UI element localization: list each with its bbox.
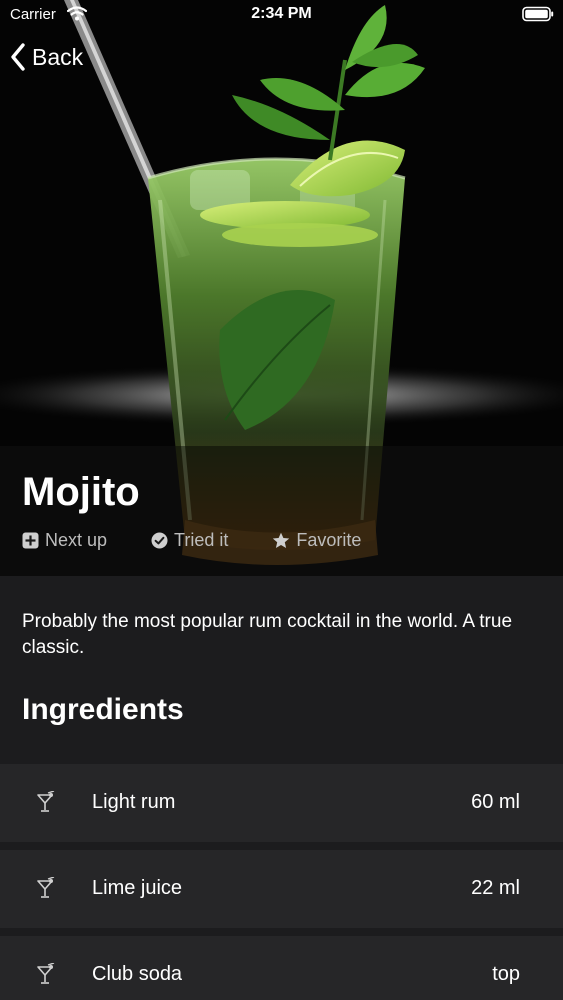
star-icon [273,532,290,548]
ingredient-name: Light rum [92,791,176,813]
cocktail-glass-icon [37,877,55,898]
drink-title: Mojito [22,470,140,514]
ingredient-row[interactable]: Light rum 60 ml [0,764,563,842]
back-label: Back [32,43,84,70]
ingredient-name: Club soda [92,963,183,985]
tried-it-label: Tried it [174,530,229,550]
cocktail-glass-icon [37,963,55,984]
favorite-label: Favorite [296,530,362,550]
next-up-button[interactable]: Next up [22,530,107,551]
ingredient-amount: top [492,963,520,985]
cocktail-glass-icon [37,791,55,812]
back-button[interactable]: Back [10,40,83,74]
next-up-label: Next up [45,530,108,550]
ingredient-amount: 22 ml [471,877,520,899]
battery-icon [522,6,554,22]
tried-it-button[interactable]: Tried it [151,530,228,551]
ingredients-heading: Ingredients [22,693,184,726]
chevron-left-icon [11,43,25,71]
ingredients-list: Light rum 60 ml Lime juice 22 ml Club so… [0,764,563,1000]
ingredient-amount: 60 ml [471,791,520,813]
drink-description: Probably the most popular rum cocktail i… [22,611,513,658]
ingredient-name: Lime juice [92,877,183,899]
status-bar: Carrier 2:34 PM [0,0,563,30]
status-time: 2:34 PM [251,5,312,22]
action-bar: Next up Tried it Favorite [22,530,405,551]
ingredient-row[interactable]: Lime juice 22 ml [0,850,563,928]
ingredient-row[interactable]: Club soda top [0,936,563,1000]
favorite-button[interactable]: Favorite [272,530,361,551]
check-circle-icon [151,532,168,549]
plus-square-icon [22,532,39,549]
